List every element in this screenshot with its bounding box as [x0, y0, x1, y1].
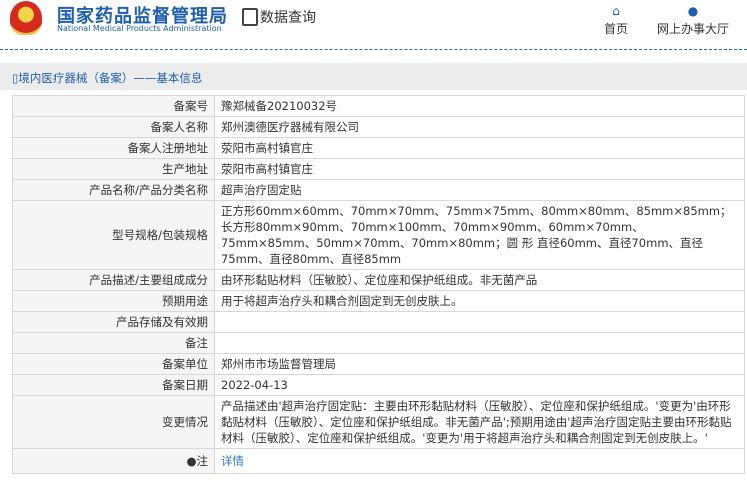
table-row: 型号规格/包装规格 正方形60mm×60mm、70mm×70mm、75mm×75m… [12, 200, 745, 270]
table-row: 备案人名称 郑州澳德医疗器械有限公司 [12, 116, 745, 138]
table-row: 备案单位 郑州市市场监督管理局 [12, 353, 745, 375]
table-row: 备案人注册地址 荥阳市高村镇官庄 [12, 137, 745, 159]
national-emblem-logo [10, 1, 42, 35]
field-label: 产品名称/产品分类名称 [12, 179, 215, 201]
data-query-title[interactable]: 数据查询 [242, 7, 316, 27]
field-label: 备案日期 [12, 374, 215, 396]
home-icon: ⌂ [612, 4, 620, 18]
table-row: 备案日期 2022-04-13 [12, 374, 745, 396]
field-label: 生产地址 [12, 158, 215, 180]
field-label: 产品存储及有效期 [12, 311, 215, 333]
field-value: 荥阳市高村镇官庄 [214, 158, 745, 180]
table-row: 生产地址 荥阳市高村镇官庄 [12, 158, 745, 180]
field-value [214, 311, 745, 333]
field-value: 超声治疗固定贴 [214, 179, 745, 201]
nav-home-label: 首页 [604, 22, 629, 36]
field-value [214, 332, 745, 354]
document-search-icon [242, 8, 258, 26]
nav-online-service-label: 网上办事大厅 [657, 22, 730, 36]
field-value: 用于将超声治疗头和耦合剂固定到无创皮肤上。 [214, 290, 745, 312]
table-row: 备注 [12, 332, 745, 354]
table-row: 预期用途 用于将超声治疗头和耦合剂固定到无创皮肤上。 [12, 290, 745, 312]
table-row: 变更情况 产品描述由'超声治疗固定贴：主要由环形黏贴材料（压敏胶）、定位座和保护纸… [12, 395, 745, 449]
field-value: 郑州市市场监督管理局 [214, 353, 745, 375]
field-value: 2022-04-13 [214, 374, 745, 396]
data-query-label: 数据查询 [260, 10, 316, 26]
field-label: 备案号 [12, 95, 215, 117]
field-value: 荥阳市高村镇官庄 [214, 137, 745, 159]
nav-home[interactable]: ⌂ 首页 [604, 4, 628, 37]
org-name-en: National Medical Products Administration [57, 24, 222, 33]
table-row: 产品描述/主要组成成分 由环形黏贴材料（压敏胶）、定位座和保护纸组成。非无菌产品 [12, 269, 745, 291]
breadcrumb-text: 境内医疗器械（备案）——基本信息 [18, 71, 203, 85]
field-value: 豫郑械备20210032号 [214, 95, 745, 117]
table-row: 产品存储及有效期 [12, 311, 745, 333]
user-icon: ● [687, 4, 699, 18]
info-table: 备案号 豫郑械备20210032号 备案人名称 郑州澳德医疗器械有限公司 备案人注册地址… [12, 95, 745, 474]
details-link[interactable]: 详情 [221, 454, 244, 468]
field-label: 备案人名称 [12, 116, 215, 138]
table-row: 备案号 豫郑械备20210032号 [12, 95, 745, 117]
field-label: 备案单位 [12, 353, 215, 375]
table-row: 产品名称/产品分类名称 超声治疗固定贴 [12, 179, 745, 201]
breadcrumb: ▯境内医疗器械（备案）——基本信息 [0, 63, 747, 90]
table-row-note: ●注 详情 [12, 448, 745, 474]
note-label-text: 注 [196, 454, 209, 468]
field-value: 正方形60mm×60mm、70mm×70mm、75mm×75mm、80mm×80… [214, 200, 745, 270]
site-header: 国家药品监督管理局 National Medical Products Admi… [0, 0, 747, 50]
note-label: ●注 [12, 448, 215, 474]
field-value: 郑州澳德医疗器械有限公司 [214, 116, 745, 138]
field-value: 由环形黏贴材料（压敏胶）、定位座和保护纸组成。非无菌产品 [214, 269, 745, 291]
field-label: 产品描述/主要组成成分 [12, 269, 215, 291]
field-value: 产品描述由'超声治疗固定贴：主要由环形黏贴材料（压敏胶）、定位座和保护纸组成。'… [214, 395, 745, 449]
field-label: 型号规格/包装规格 [12, 200, 215, 270]
field-label: 备注 [12, 332, 215, 354]
field-label: 备案人注册地址 [12, 137, 215, 159]
field-label: 变更情况 [12, 395, 215, 449]
nav-online-service[interactable]: ● 网上办事大厅 [657, 4, 729, 37]
field-label: 预期用途 [12, 290, 215, 312]
lightbulb-icon: ● [186, 454, 197, 468]
